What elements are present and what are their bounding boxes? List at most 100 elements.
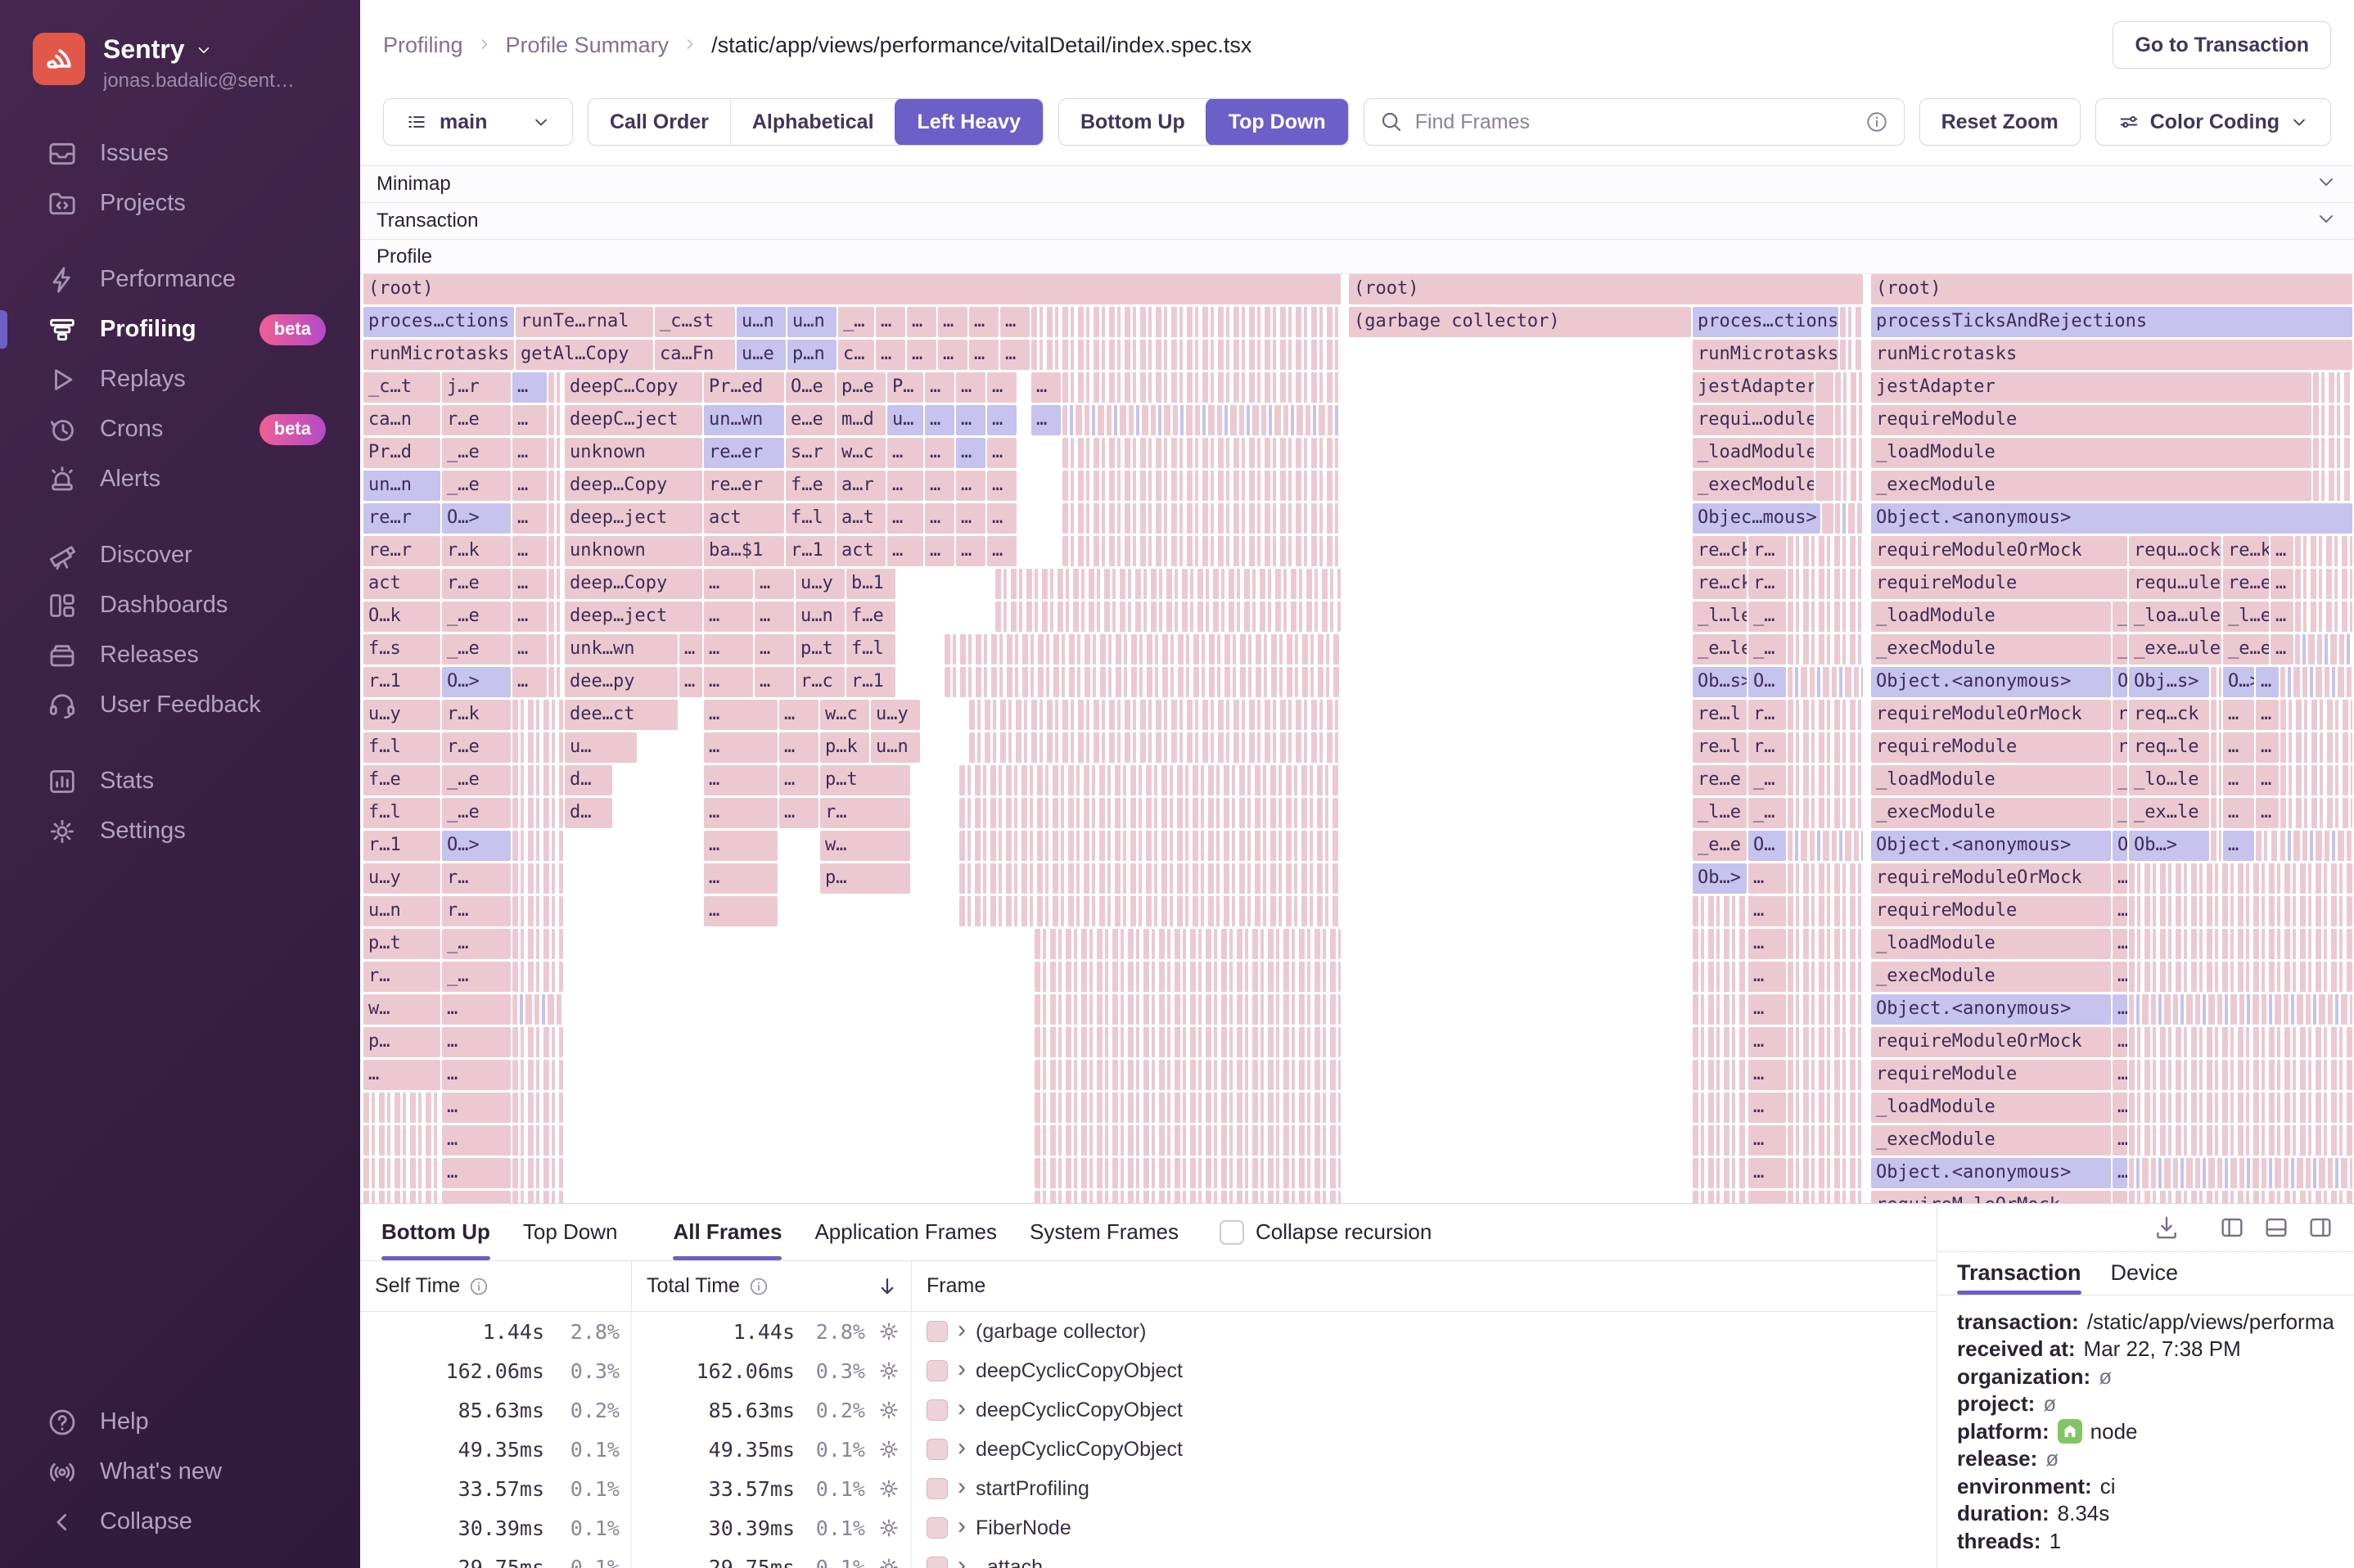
flame-frame[interactable]: _…e	[442, 798, 511, 828]
flame-frame[interactable]: …	[512, 372, 547, 403]
flame-frame[interactable]: Pr…d	[363, 438, 440, 468]
flame-frame[interactable]: f…e	[846, 602, 895, 632]
flame-frame[interactable]: r…	[442, 863, 511, 894]
flame-frame[interactable]: r…1	[363, 831, 440, 861]
flame-frame[interactable]: …	[925, 536, 954, 566]
flame-frame[interactable]: deepC…ject	[565, 405, 702, 435]
flame-frame[interactable]: re…k	[2223, 536, 2269, 566]
flame-frame[interactable]: unk…wn	[565, 634, 678, 665]
flame-frame[interactable]: u…	[887, 405, 923, 435]
flame-frame[interactable]: jestAdapter	[1871, 372, 2311, 403]
expand-chevron-icon[interactable]: ›	[958, 1475, 966, 1503]
flame-frame[interactable]: …	[512, 602, 547, 632]
flame-frame[interactable]: re…er	[704, 438, 784, 468]
flame-frame[interactable]: …	[2256, 765, 2279, 795]
tab-transaction[interactable]: Transaction	[1957, 1252, 2081, 1295]
flame-frame[interactable]: runMicrotasks	[363, 340, 514, 370]
flame-frame[interactable]: getAl…Copy	[516, 340, 653, 370]
flame-frame[interactable]: u…y	[871, 700, 920, 730]
flame-frame[interactable]: requireModule	[1871, 732, 2111, 763]
chevron-down-icon[interactable]	[2315, 207, 2338, 236]
flame-frame[interactable]: requi…odule	[1693, 405, 1814, 435]
flame-frame[interactable]: O…	[2113, 667, 2127, 697]
breadcrumb-profiling[interactable]: Profiling	[383, 33, 463, 58]
flame-frame[interactable]: …	[925, 405, 954, 435]
dock-right-icon[interactable]	[2307, 1214, 2334, 1241]
flame-frame[interactable]: _…	[2113, 634, 2127, 665]
flame-frame[interactable]: …	[987, 503, 1017, 534]
dir-top-down[interactable]: Top Down	[1205, 99, 1348, 145]
flame-frame[interactable]: _…	[1748, 634, 1786, 665]
flame-frame[interactable]: …	[1031, 372, 1061, 403]
flame-frame[interactable]: _e…le	[1693, 634, 1747, 665]
flame-frame[interactable]: …	[938, 340, 967, 370]
flame-frame[interactable]: …	[956, 438, 985, 468]
flame-frame[interactable]: …	[512, 634, 547, 665]
flame-frame[interactable]: …	[442, 1093, 511, 1123]
flame-frame[interactable]: _…e	[442, 471, 511, 501]
flame-frame[interactable]: Ob…>	[1693, 863, 1747, 894]
flame-frame[interactable]: _e…e	[1693, 831, 1747, 861]
flame-frame[interactable]: …	[907, 307, 936, 337]
table-row[interactable]: 162.06ms 0.3% 162.06ms 0.3% › deepCyclicCopyO…	[360, 1351, 1937, 1390]
flame-frame[interactable]: u…n	[796, 602, 845, 632]
flame-frame[interactable]: u…e	[737, 340, 786, 370]
flame-frame[interactable]: O…	[2113, 831, 2127, 861]
go-to-transaction-button[interactable]: Go to Transaction	[2113, 21, 2331, 69]
flame-frame[interactable]: …	[2113, 994, 2127, 1025]
flame-frame[interactable]: _execModule	[1693, 471, 1814, 501]
flame-frame[interactable]: O…	[1748, 831, 1786, 861]
flame-frame[interactable]: f…l	[786, 503, 835, 534]
flame-frame[interactable]: …	[2223, 765, 2254, 795]
flame-frame[interactable]: …	[755, 602, 794, 632]
flame-frame[interactable]: …	[512, 438, 547, 468]
flame-frame[interactable]: d…	[565, 765, 612, 795]
flame-graph[interactable]: (root) proces…ctions runTe…rnal _c…st u…n u…n…	[360, 274, 2354, 1203]
sort-alphabetical[interactable]: Alphabetical	[729, 99, 895, 145]
flame-frame[interactable]: proces…ctions	[1693, 307, 1838, 337]
flame-frame[interactable]: …	[679, 634, 702, 665]
flame-frame[interactable]: u…y	[363, 700, 440, 730]
flame-frame[interactable]: …	[704, 700, 778, 730]
gear-icon[interactable]	[877, 1358, 901, 1383]
reset-zoom-button[interactable]: Reset Zoom	[1919, 98, 2081, 146]
flame-frame[interactable]: …	[512, 471, 547, 501]
download-icon[interactable]	[2153, 1214, 2180, 1241]
flame-frame[interactable]: …	[1748, 1060, 1786, 1090]
flame-frame[interactable]: r…	[1748, 536, 1786, 566]
flame-frame[interactable]: …	[2256, 667, 2279, 697]
flame-frame[interactable]: …	[679, 667, 702, 697]
profile-section[interactable]: Profile	[360, 240, 2354, 274]
flame-frame[interactable]: u…y	[363, 863, 440, 894]
flame-frame[interactable]: …	[956, 405, 985, 435]
sidebar-item-discover[interactable]: Discover	[0, 530, 360, 580]
flame-frame[interactable]: …	[887, 471, 923, 501]
flame-frame[interactable]: _…	[2113, 798, 2127, 828]
flame-frame[interactable]: O…>	[442, 503, 511, 534]
flame-frame[interactable]: P…	[887, 372, 923, 403]
flame-frame[interactable]: _…e	[442, 634, 511, 665]
flame-frame[interactable]: p…t	[796, 634, 845, 665]
flame-frame[interactable]: jestAdapter	[1693, 372, 1814, 403]
flame-frame[interactable]: re…e	[2223, 569, 2269, 599]
flame-frame[interactable]: …	[2271, 602, 2293, 632]
flame-frame[interactable]: un…n	[363, 471, 440, 501]
flame-frame[interactable]: _…	[442, 929, 511, 959]
flame-frame[interactable]: w…	[363, 994, 440, 1025]
flame-frame[interactable]: …	[704, 863, 778, 894]
flame-frame[interactable]: _l…le	[1693, 602, 1747, 632]
flame-frame[interactable]: r…e	[442, 569, 511, 599]
flame-frame[interactable]: …	[2223, 798, 2254, 828]
flame-frame[interactable]: …	[987, 471, 1017, 501]
flame-frame[interactable]: …	[442, 1158, 511, 1188]
flame-frame[interactable]: O…	[1748, 667, 1786, 697]
flame-frame[interactable]: d…	[565, 798, 612, 828]
flame-frame[interactable]: …	[512, 503, 547, 534]
flame-frame[interactable]: _loadModule	[1871, 602, 2111, 632]
flame-frame[interactable]: …	[1031, 405, 1061, 435]
flame-frame[interactable]: _loadModule	[1871, 1093, 2111, 1123]
flame-frame[interactable]: r…	[1748, 732, 1786, 763]
flame-frame[interactable]: _loadModule	[1871, 438, 2311, 468]
flame-frame[interactable]: …	[2271, 536, 2293, 566]
flame-frame[interactable]: …	[969, 340, 999, 370]
